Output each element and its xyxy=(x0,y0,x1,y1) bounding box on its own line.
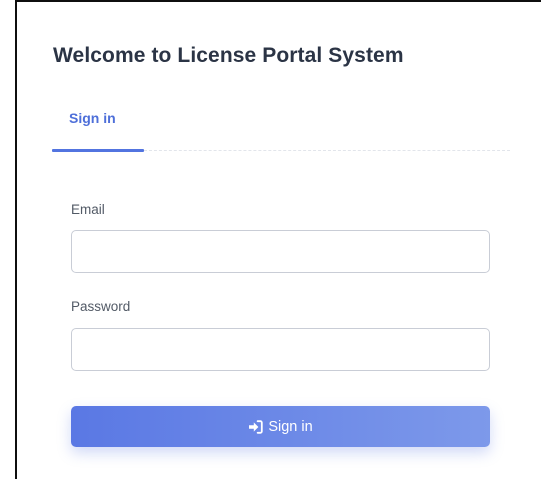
password-label: Password xyxy=(71,299,131,314)
tab-sign-in[interactable]: Sign in xyxy=(52,100,144,152)
page-title: Welcome to License Portal System xyxy=(53,44,404,67)
sign-in-button[interactable]: Sign in xyxy=(71,406,490,447)
tab-bar: Sign in xyxy=(52,100,510,152)
sign-in-icon xyxy=(248,419,264,434)
tab-divider xyxy=(144,150,510,151)
login-page: Welcome to License Portal System Sign in… xyxy=(0,0,541,479)
sign-in-button-label: Sign in xyxy=(268,418,313,435)
email-field[interactable] xyxy=(71,230,490,273)
active-tab-indicator xyxy=(52,149,144,152)
tab-sign-in-label: Sign in xyxy=(69,110,116,126)
password-field[interactable] xyxy=(71,328,490,371)
email-label: Email xyxy=(71,202,105,217)
login-card: Welcome to License Portal System Sign in… xyxy=(15,0,541,479)
